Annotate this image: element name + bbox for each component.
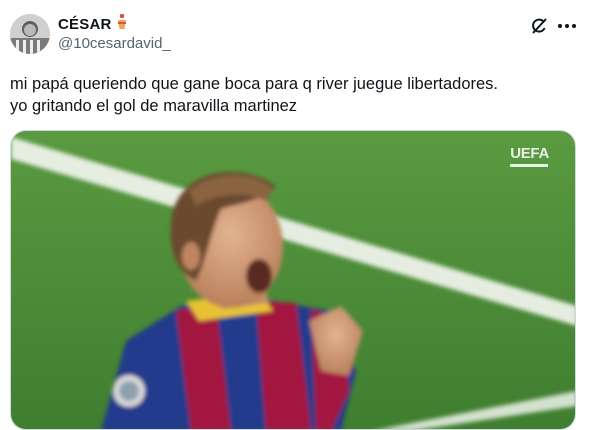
avatar[interactable] — [10, 14, 50, 54]
tweet-text: mi papá queriendo que gane boca para q r… — [10, 73, 580, 117]
more-options-icon[interactable] — [556, 15, 578, 37]
uefa-watermark: UEFA — [510, 145, 549, 162]
tweet-media-image[interactable]: UEFA — [10, 130, 576, 430]
author-display-name[interactable]: CÉSAR — [58, 16, 112, 33]
uefa-watermark-underline — [510, 164, 548, 167]
author-handle[interactable]: @10cesardavid_ — [58, 35, 171, 52]
tweet-text-line-1: mi papá queriendo que gane boca para q r… — [10, 75, 498, 93]
emoji-badge-icon — [116, 14, 128, 35]
tweet-text-line-2: yo gritando el gol de maravilla martinez — [10, 97, 298, 115]
author-name-row: CÉSAR — [58, 14, 128, 35]
grok-icon[interactable] — [528, 15, 550, 37]
